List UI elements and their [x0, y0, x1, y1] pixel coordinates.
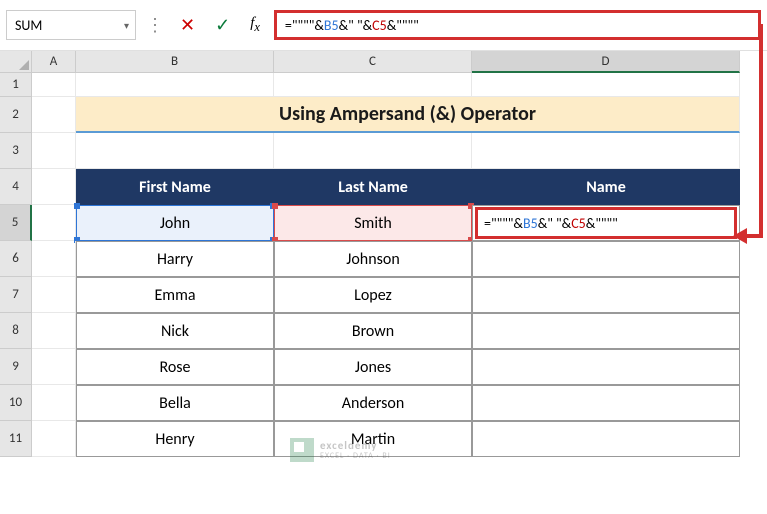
callout-connector — [745, 234, 763, 238]
table-cell[interactable]: Harry — [76, 241, 274, 277]
enter-icon[interactable]: ✓ — [209, 14, 236, 36]
name-box-value: SUM — [15, 17, 42, 34]
formula-token-ref-c5: C5 — [372, 17, 387, 34]
table-cell[interactable]: Bella — [76, 385, 274, 421]
table-cell[interactable]: Johnson — [274, 241, 472, 277]
cell[interactable] — [274, 73, 472, 97]
table-header-name[interactable]: Name — [472, 169, 740, 205]
divider-icon: ⋮ — [144, 14, 166, 36]
cell[interactable] — [472, 73, 740, 97]
table-cell[interactable]: Henry — [76, 421, 274, 457]
fx-icon[interactable]: fx — [244, 15, 266, 35]
cell-d5[interactable]: =""""&B5&" "&C5&"""" — [472, 205, 740, 241]
cell[interactable] — [32, 169, 76, 205]
row-header-7[interactable]: 7 — [0, 277, 32, 313]
formula-token: &" "& — [538, 215, 572, 232]
formula-token: =""""& — [285, 17, 324, 34]
row-header-1[interactable]: 1 — [0, 73, 32, 97]
selection-handle[interactable] — [74, 203, 80, 209]
cell[interactable] — [274, 133, 472, 169]
cell-value: John — [160, 214, 190, 233]
select-all-button[interactable] — [0, 51, 32, 73]
cell[interactable] — [76, 73, 274, 97]
cell[interactable] — [32, 277, 76, 313]
formula-token-ref-c5: C5 — [571, 215, 586, 232]
callout-arrow-icon — [733, 228, 747, 244]
row-header-4[interactable]: 4 — [0, 169, 32, 205]
row-header-2[interactable]: 2 — [0, 97, 32, 133]
cancel-icon[interactable]: ✕ — [174, 14, 201, 36]
row-header-9[interactable]: 9 — [0, 349, 32, 385]
title-cell[interactable]: Using Ampersand (&) Operator — [76, 97, 740, 133]
selection-handle[interactable] — [272, 203, 278, 209]
cell[interactable] — [32, 241, 76, 277]
cell[interactable] — [32, 349, 76, 385]
cell-c5[interactable]: Smith — [274, 205, 472, 241]
name-box[interactable]: SUM ▾ — [6, 10, 136, 40]
table-cell[interactable]: Jones — [274, 349, 472, 385]
table-cell[interactable]: Brown — [274, 313, 472, 349]
table-header-last[interactable]: Last Name — [274, 169, 472, 205]
formula-token: =""""& — [484, 215, 523, 232]
formula-token: &"""" — [586, 215, 618, 232]
row-header-6[interactable]: 6 — [0, 241, 32, 277]
formula-bar[interactable]: =""""&B5&" "&C5&"""" — [274, 10, 761, 40]
col-header-a[interactable]: A — [32, 51, 76, 73]
cell-b5[interactable]: John — [76, 205, 274, 241]
formula-token-ref-b5: B5 — [523, 215, 538, 232]
cell[interactable] — [32, 313, 76, 349]
col-header-d[interactable]: D — [472, 51, 740, 73]
cell-value: Smith — [354, 214, 392, 233]
active-cell-formula[interactable]: =""""&B5&" "&C5&"""" — [475, 207, 737, 239]
cell[interactable] — [32, 133, 76, 169]
table-cell[interactable]: Rose — [76, 349, 274, 385]
col-header-c[interactable]: C — [274, 51, 472, 73]
cell[interactable] — [32, 73, 76, 97]
cell[interactable] — [472, 133, 740, 169]
col-header-b[interactable]: B — [76, 51, 274, 73]
table-cell[interactable] — [472, 385, 740, 421]
cell[interactable] — [32, 97, 76, 133]
table-cell[interactable]: Emma — [76, 277, 274, 313]
table-cell[interactable] — [472, 349, 740, 385]
row-header-5[interactable]: 5 — [0, 205, 32, 241]
row-header-8[interactable]: 8 — [0, 313, 32, 349]
table-cell[interactable] — [472, 277, 740, 313]
cell[interactable] — [32, 385, 76, 421]
table-cell[interactable] — [472, 313, 740, 349]
table-cell[interactable]: Lopez — [274, 277, 472, 313]
chevron-down-icon[interactable]: ▾ — [124, 19, 129, 32]
formula-token: &"""" — [387, 17, 419, 34]
cell[interactable] — [76, 133, 274, 169]
formula-token-ref-b5: B5 — [324, 17, 339, 34]
table-cell[interactable] — [472, 421, 740, 457]
formula-token: &" "& — [339, 17, 373, 34]
cell[interactable] — [32, 205, 76, 241]
table-cell[interactable]: Nick — [76, 313, 274, 349]
row-header-10[interactable]: 10 — [0, 385, 32, 421]
cell[interactable] — [32, 421, 76, 457]
row-header-11[interactable]: 11 — [0, 421, 32, 457]
row-header-3[interactable]: 3 — [0, 133, 32, 169]
table-cell[interactable]: Martin — [274, 421, 472, 457]
table-cell[interactable] — [472, 241, 740, 277]
page-title: Using Ampersand (&) Operator — [279, 102, 536, 126]
callout-connector — [759, 24, 763, 234]
table-cell[interactable]: Anderson — [274, 385, 472, 421]
table-header-first[interactable]: First Name — [76, 169, 274, 205]
